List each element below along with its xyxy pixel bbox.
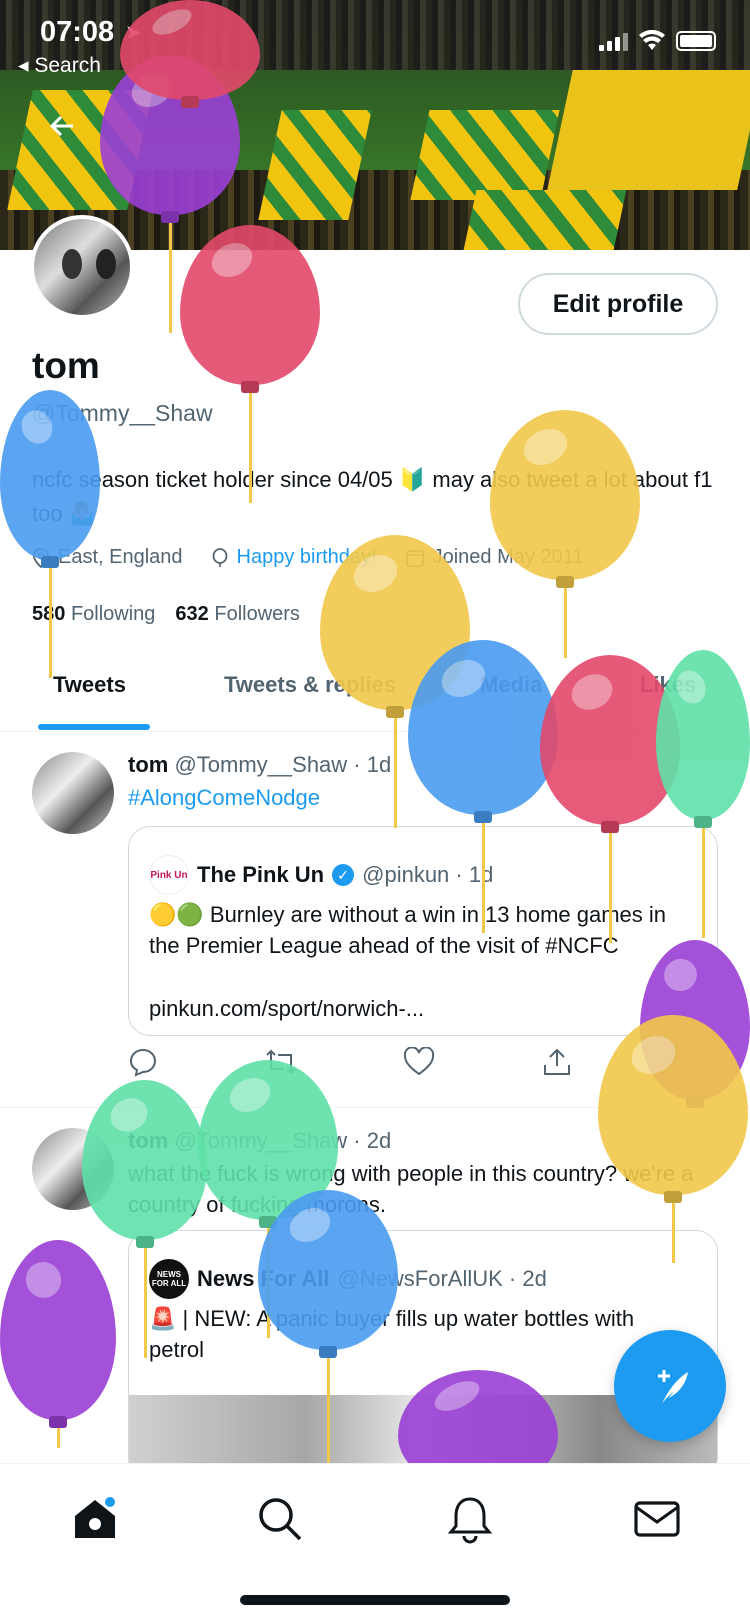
quoted-meta: @NewsForAllUK · 2d <box>337 1266 547 1291</box>
compose-icon <box>658 1370 688 1404</box>
status-bar: 07:08 ➤ ◂ Search <box>0 0 750 100</box>
tweet-author[interactable]: tom <box>128 752 168 777</box>
tweet-avatar[interactable] <box>32 1128 114 1210</box>
wifi-icon <box>639 30 665 50</box>
followers-count: 632 <box>175 603 209 625</box>
quoted-link[interactable]: pinkun.com/sport/norwich-... <box>149 993 689 1024</box>
joined-item: Joined May 2011 <box>405 546 584 569</box>
pinkun-logo: Pink Un <box>149 855 189 895</box>
following-label: Following <box>70 603 156 625</box>
arrow-left-icon <box>49 115 73 137</box>
tweet-actions <box>128 1047 708 1077</box>
search-icon[interactable] <box>255 1494 305 1544</box>
balloon <box>0 1240 116 1460</box>
profile-handle: @Tommy__Shaw <box>32 400 213 426</box>
birthday-text[interactable]: Happy birthday! <box>237 546 377 569</box>
birthday-item: Happy birthday! <box>211 546 377 569</box>
following-link[interactable]: 580 Following <box>32 603 155 626</box>
home-indicator <box>240 1595 510 1605</box>
location-text: East, England <box>58 546 183 568</box>
compose-tweet-button[interactable] <box>614 1330 726 1442</box>
following-count: 580 <box>32 603 66 625</box>
tweet-header: tom @Tommy__Shaw · 2d <box>128 1128 391 1154</box>
profile-avatar[interactable] <box>30 215 134 319</box>
reply-icon[interactable] <box>128 1047 158 1077</box>
quoted-tweet-header: Pink Un The Pink Un ✓ @pinkun · 1d <box>149 855 493 895</box>
joined-text: Joined May 2011 <box>432 546 584 568</box>
cellular-signal-icon <box>599 31 628 51</box>
tweet-meta: @Tommy__Shaw · 1d <box>174 752 392 777</box>
quoted-author: News For All <box>197 1266 330 1291</box>
calendar-icon <box>405 549 424 567</box>
edit-profile-button[interactable]: Edit profile <box>518 273 718 335</box>
tab-likes[interactable]: Likes <box>640 672 696 698</box>
tweet-text: what the fuck is wrong with people in th… <box>128 1161 694 1217</box>
profile-name: tom <box>32 345 100 386</box>
mail-icon[interactable] <box>632 1494 682 1544</box>
tab-tweets[interactable]: Tweets <box>53 672 126 698</box>
share-icon[interactable] <box>541 1047 573 1077</box>
tweet-header: tom @Tommy__Shaw · 1d <box>128 752 391 778</box>
back-to-search-link[interactable]: ◂ Search <box>18 53 101 78</box>
followers-link[interactable]: 632 Followers <box>175 603 300 626</box>
balloon-icon <box>212 547 227 567</box>
tab-media[interactable]: Media <box>480 672 542 698</box>
profile-bio: ncfc season ticket holder since 04/05 🔰 … <box>32 467 713 526</box>
status-time: 07:08 <box>40 16 115 48</box>
profile-meta: East, England Happy birthday! Joined May… <box>32 546 583 569</box>
followers-label: Followers <box>214 603 300 625</box>
balloon <box>490 410 640 670</box>
active-tab-indicator <box>38 724 150 730</box>
battery-icon <box>676 31 716 51</box>
verified-badge-icon: ✓ <box>332 864 355 886</box>
follow-counts: 580 Following 632 Followers <box>32 603 300 626</box>
location-arrow-icon: ➤ <box>125 22 142 44</box>
tweet-avatar[interactable] <box>32 752 114 834</box>
tab-tweets-and-replies[interactable]: Tweets & replies <box>224 672 396 698</box>
bell-icon[interactable] <box>445 1494 495 1544</box>
tweet-divider <box>0 1107 750 1108</box>
profile-tabs: Tweets Tweets & replies Media Likes <box>0 640 750 732</box>
tweet-hashtag[interactable]: #AlongComeNodge <box>128 785 320 811</box>
home-icon[interactable] <box>70 1494 120 1544</box>
quoted-text: 🟡🟢 Burnley are without a win in 13 home … <box>149 902 667 958</box>
heart-icon[interactable] <box>403 1047 435 1077</box>
back-button[interactable] <box>42 110 82 150</box>
quoted-meta: @pinkun · 1d <box>362 862 494 887</box>
location-item: East, England <box>32 546 183 569</box>
quoted-text: 🚨 | NEW: A panic buyer fills up water bo… <box>149 1306 635 1362</box>
newsforall-logo: NEWS FOR ALL <box>149 1259 189 1299</box>
location-pin-icon <box>33 547 49 568</box>
quoted-author: The Pink Un <box>197 862 325 887</box>
retweet-icon[interactable] <box>264 1047 298 1077</box>
quoted-tweet[interactable]: Pink Un The Pink Un ✓ @pinkun · 1d 🟡🟢 Bu… <box>128 826 718 1036</box>
quoted-tweet-header: NEWS FOR ALL News For All @NewsForAllUK … <box>149 1259 547 1299</box>
tweet-meta: @Tommy__Shaw · 2d <box>174 1128 392 1153</box>
tweet-author[interactable]: tom <box>128 1128 168 1153</box>
